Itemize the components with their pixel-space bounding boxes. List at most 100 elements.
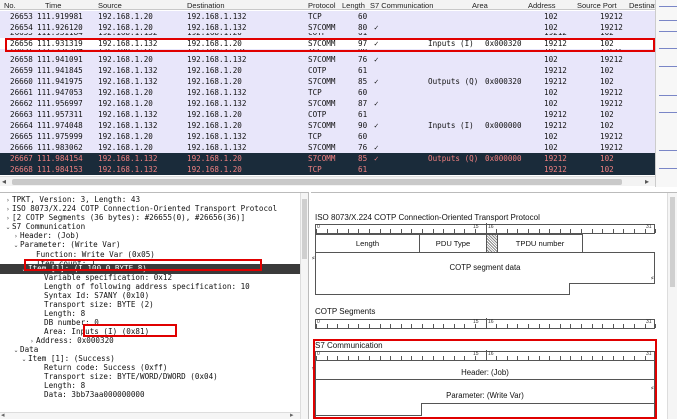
- column-header[interactable]: S7 Communication: [370, 1, 433, 10]
- packet-list-hscrollbar[interactable]: ◂ ▸: [0, 176, 655, 186]
- scroll-thumb[interactable]: [670, 197, 675, 287]
- tree-node[interactable]: ⌄Parameter: (Write Var): [0, 240, 300, 250]
- packet-row[interactable]: 26664 111.974048 192.168.1.132 192.168.1.20…: [0, 120, 655, 131]
- packet-cell-dst: 192.168.1.20: [187, 77, 242, 86]
- packet-cell-addr: 0x000000: [485, 154, 522, 163]
- column-header[interactable]: Source: [98, 1, 122, 10]
- scroll-right-icon[interactable]: ▸: [645, 177, 649, 186]
- packet-row[interactable]: 26653 111.919981 192.168.1.20 192.168.1.132…: [0, 11, 655, 22]
- ruler-tick: [496, 324, 498, 328]
- packet-minimap[interactable]: [655, 0, 677, 187]
- details-hscrollbar[interactable]: ◂ ▸: [0, 411, 300, 419]
- ruler-tick: [591, 356, 593, 360]
- packet-row[interactable]: 26667 111.984154 192.168.1.132 192.168.1.20…: [0, 153, 655, 164]
- scroll-left-icon[interactable]: ◂: [2, 177, 6, 186]
- ruler-tick: [549, 356, 551, 360]
- column-header[interactable]: Length: [342, 1, 365, 10]
- tree-node-label: Data: 3bb73aa000000000: [44, 390, 145, 399]
- packet-cell-time: 111.941845: [37, 66, 83, 75]
- packet-list-header: No. Time Source Destination Protocol Length S7…: [0, 0, 667, 10]
- packet-cell-proto: S7COMM: [308, 39, 336, 48]
- ruler-tick: [581, 324, 582, 328]
- scroll-thumb[interactable]: [12, 179, 622, 185]
- packet-cell-len: 80: [358, 23, 368, 32]
- packet-cell-len: 87: [358, 99, 368, 108]
- packet-cell-addr: 0x000000: [485, 121, 522, 130]
- packet-cell-sport: 19212: [544, 33, 567, 37]
- field-tpdu-number[interactable]: TPDU number: [497, 234, 583, 253]
- column-header[interactable]: Protocol: [308, 1, 336, 10]
- scroll-thumb[interactable]: [302, 199, 307, 259]
- ruler-tick: [485, 318, 487, 328]
- scroll-left-icon[interactable]: ◂: [1, 411, 5, 419]
- packet-row[interactable]: 26661 111.947053 192.168.1.20 192.168.1.132…: [0, 87, 655, 98]
- s7-section-title: S7 Communication: [315, 341, 383, 350]
- packet-cell-dport: 102: [600, 77, 614, 86]
- packet-cell-dst: 192.168.1.132: [187, 143, 247, 152]
- packet-cell-dport: 102: [600, 66, 614, 75]
- packet-row[interactable]: 26668 111.984153 192.168.1.132 192.168.1.20…: [0, 164, 655, 175]
- s7-parameter-field[interactable]: Parameter: (Write Var): [315, 380, 655, 410]
- column-header[interactable]: Destination: [187, 1, 225, 10]
- packet-cell-len: 90: [358, 121, 368, 130]
- packet-row[interactable]: 26654 111.926120 192.168.1.20 192.168.1.132…: [0, 22, 655, 33]
- packet-row[interactable]: 26658 111.941091 192.168.1.20 192.168.1.132…: [0, 54, 655, 65]
- packet-cell-dst: 192.168.1.20: [187, 165, 242, 174]
- packet-cell-src: 192.168.1.132: [98, 110, 158, 119]
- ruler-label: 16: [488, 319, 494, 325]
- packet-cell-len: 76: [358, 55, 368, 64]
- cotp-segment-data[interactable]: COTP segment data: [315, 253, 655, 293]
- tree-node[interactable]: Data: 3bb73aa000000000: [0, 390, 300, 400]
- column-header[interactable]: Area: [472, 1, 488, 10]
- ruler-label: 0: [317, 319, 320, 325]
- ruler-tick: [655, 324, 657, 328]
- packet-cell-sport: 102: [544, 49, 558, 53]
- ruler-tick: [591, 229, 593, 233]
- break-right-icon: ⸗: [651, 383, 654, 392]
- packet-cell-proto: COTP: [308, 110, 327, 119]
- packet-cell-sport: 102: [544, 99, 558, 108]
- packet-cell-time: 111.956997: [37, 99, 83, 108]
- packet-row[interactable]: 26662 111.956997 192.168.1.20 192.168.1.132…: [0, 98, 655, 109]
- ruler-tick: [517, 229, 519, 233]
- packet-cell-s7: ✓: [374, 23, 379, 32]
- ruler-tick: [369, 324, 370, 328]
- ruler-tick: [485, 350, 487, 360]
- column-header[interactable]: Source Port: [577, 1, 617, 10]
- ruler-tick: [581, 356, 582, 360]
- structure-vscrollbar[interactable]: [667, 193, 677, 419]
- packet-row[interactable]: 26663 111.957311 192.168.1.132 192.168.1.20…: [0, 109, 655, 120]
- ruler-tick: [379, 356, 381, 360]
- tree-node-label: Header: (Job): [20, 231, 80, 240]
- packet-cell-sport: 102: [544, 23, 558, 32]
- packet-cell-dport: 102: [600, 39, 614, 48]
- packet-cell-s7: ✓: [374, 99, 379, 108]
- column-header[interactable]: No.: [4, 1, 16, 10]
- field-length[interactable]: Length: [315, 234, 420, 253]
- packet-cell-dst: 192.168.1.132: [187, 49, 246, 53]
- packet-row[interactable]: 26656 111.931319 192.168.1.132 192.168.1.20…: [0, 38, 655, 49]
- tree-node-label: Syntax Id: S7ANY (0x10): [44, 291, 150, 300]
- packet-cell-area: Outputs (Q): [428, 77, 479, 86]
- ruler-tick: [379, 324, 381, 328]
- packet-row[interactable]: 26666 111.983062 192.168.1.20 192.168.1.132…: [0, 142, 655, 153]
- packet-row[interactable]: 26665 111.975999 192.168.1.20 192.168.1.132…: [0, 131, 655, 142]
- ruler-label: 31: [646, 319, 652, 325]
- ruler-tick: [411, 356, 413, 360]
- ruler-tick: [496, 356, 498, 360]
- field-pdu-type[interactable]: PDU Type: [419, 234, 487, 253]
- packet-row[interactable]: 26659 111.941845 192.168.1.132 192.168.1.20…: [0, 65, 655, 76]
- packet-cell-s7: ✓: [374, 55, 379, 64]
- packet-cell-len: 61: [358, 110, 368, 119]
- details-vscrollbar[interactable]: [300, 193, 308, 419]
- break-left-icon: ⸗: [312, 363, 315, 372]
- packet-row[interactable]: 26660 111.941975 192.168.1.132 192.168.1.20…: [0, 76, 655, 87]
- cotp-section-title: ISO 8073/X.224 COTP Connection-Oriented …: [315, 213, 540, 222]
- packet-cell-src: 192.168.1.132: [98, 66, 158, 75]
- packet-cell-time: 111.983062: [37, 143, 83, 152]
- packet-cell-dst: 192.168.1.20: [187, 33, 242, 37]
- column-header[interactable]: Address: [528, 1, 556, 10]
- column-header[interactable]: Time: [45, 1, 61, 10]
- packet-cell-sport: 19212: [544, 66, 567, 75]
- scroll-right-icon[interactable]: ▸: [290, 411, 294, 419]
